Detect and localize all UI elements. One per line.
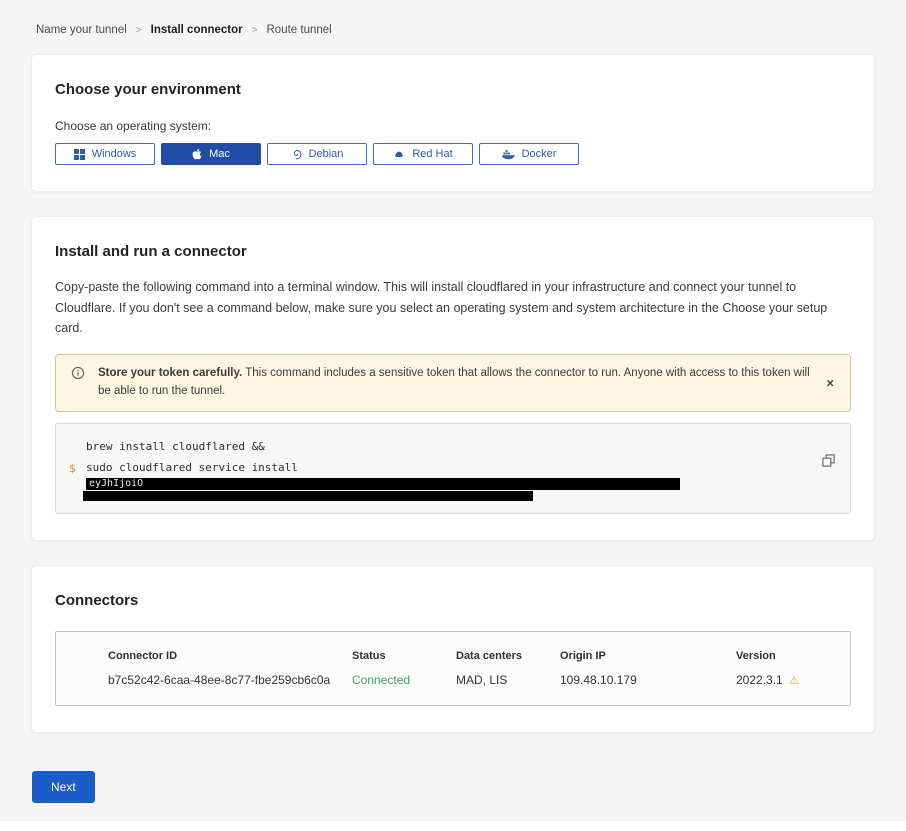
alert-title: Store your token carefully. <box>98 367 242 379</box>
cell-data-centers: MAD, LIS <box>456 673 560 687</box>
breadcrumb-separator: > <box>136 25 142 36</box>
code-line-brew-install: brew install cloudflared && <box>86 436 806 457</box>
os-button-row: Windows Mac Debian Red Hat Docker <box>55 143 851 165</box>
token-prefix: eyJhIjoiO <box>89 478 143 489</box>
col-header-origin-ip: Origin IP <box>560 650 736 673</box>
install-connector-card: Install and run a connector Copy-paste t… <box>31 216 875 541</box>
copy-icon[interactable] <box>820 452 837 472</box>
version-text: 2022.3.1 <box>736 673 783 687</box>
os-button-label: Mac <box>209 148 230 160</box>
os-select-label: Choose an operating system: <box>55 119 851 133</box>
card-title-connectors: Connectors <box>55 592 851 609</box>
bottom-strip <box>0 821 906 831</box>
breadcrumb-separator: > <box>252 25 258 36</box>
card-title-install-connector: Install and run a connector <box>55 243 851 260</box>
breadcrumb-step-name-your-tunnel[interactable]: Name your tunnel <box>36 24 127 36</box>
code-line-service-install: sudo cloudflared service install <box>86 457 806 478</box>
os-button-label: Docker <box>522 148 557 160</box>
os-button-label: Windows <box>92 148 137 160</box>
debian-icon <box>291 149 302 160</box>
card-title-choose-environment: Choose your environment <box>55 81 851 98</box>
connectors-card: Connectors Connector ID Status Data cent… <box>31 565 875 733</box>
version-warning-icon: ⚠ <box>789 675 799 687</box>
next-button[interactable]: Next <box>32 771 95 803</box>
os-button-docker[interactable]: Docker <box>479 143 579 165</box>
col-header-status: Status <box>352 650 456 673</box>
windows-icon <box>74 149 85 160</box>
redacted-token-bar: eyJhIjoiO <box>86 478 680 490</box>
cell-version: 2022.3.1 ⚠ <box>736 673 830 687</box>
redhat-icon <box>393 149 405 160</box>
shell-prompt: $ <box>69 462 76 475</box>
os-button-redhat[interactable]: Red Hat <box>373 143 473 165</box>
col-header-data-centers: Data centers <box>456 650 560 673</box>
os-button-windows[interactable]: Windows <box>55 143 155 165</box>
info-icon <box>71 366 85 387</box>
breadcrumb-step-route-tunnel: Route tunnel <box>267 24 332 36</box>
col-header-connector-id: Connector ID <box>108 650 352 673</box>
redacted-token-bar <box>83 491 533 501</box>
apple-icon <box>192 148 202 160</box>
col-header-version: Version <box>736 650 830 673</box>
table-row: b7c52c42-6caa-48ee-8c77-fbe259cb6c0a Con… <box>108 673 830 687</box>
breadcrumb: Name your tunnel > Install connector > R… <box>0 0 906 54</box>
os-button-label: Debian <box>309 148 344 160</box>
install-command-code-block: $ brew install cloudflared && sudo cloud… <box>55 423 851 514</box>
cell-connector-id: b7c52c42-6caa-48ee-8c77-fbe259cb6c0a <box>108 673 352 687</box>
cell-status: Connected <box>352 673 456 687</box>
close-icon[interactable]: × <box>820 371 840 394</box>
choose-environment-card: Choose your environment Choose an operat… <box>31 54 875 192</box>
cell-origin-ip: 109.48.10.179 <box>560 673 736 687</box>
connectors-table: Connector ID Status Data centers Origin … <box>55 631 851 706</box>
breadcrumb-step-install-connector: Install connector <box>151 24 243 36</box>
os-button-label: Red Hat <box>412 148 452 160</box>
os-button-debian[interactable]: Debian <box>267 143 367 165</box>
os-button-mac[interactable]: Mac <box>161 143 261 165</box>
install-description: Copy-paste the following command into a … <box>55 277 851 339</box>
docker-icon <box>502 149 515 160</box>
table-header-row: Connector ID Status Data centers Origin … <box>108 650 830 673</box>
token-warning-alert: Store your token carefully.This command … <box>55 354 851 412</box>
